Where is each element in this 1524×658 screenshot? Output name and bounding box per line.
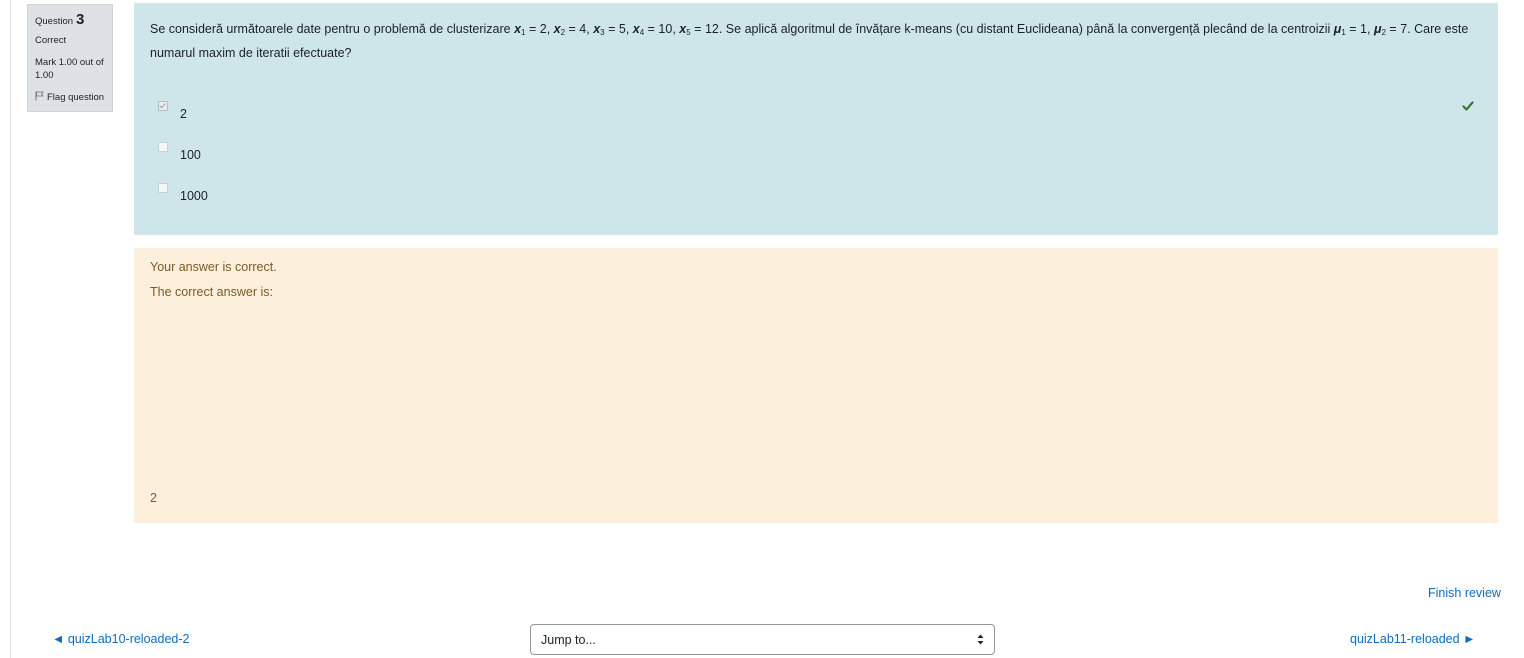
question-formulation: Se consideră următoarele date pentru o p… [134,3,1498,235]
question-text: Se consideră următoarele date pentru o p… [150,19,1470,63]
point-value: = 5, [604,22,633,36]
point-var: x [632,22,640,36]
point-value: = 4, [565,22,594,36]
answer-checkbox[interactable] [158,101,168,111]
select-arrows-icon [977,634,984,645]
check-icon [1462,100,1474,112]
centroid-value: = 7 [1385,22,1408,36]
previous-activity-link[interactable]: ◄ quizLab10-reloaded-2 [52,632,189,646]
question-state: Correct [35,35,67,47]
jump-to-value: Jump to... [541,632,596,647]
question-text-part1: Se consideră următoarele date pentru o p… [150,22,515,36]
question-number: 3 [76,11,85,28]
page-border [10,0,11,658]
point-value: = 2, [525,22,554,36]
centroid-var: μ [1373,22,1382,36]
question-text-part2: . Se aplică algoritmul de învățare k-mea… [718,22,1334,36]
flag-question-link[interactable]: Flag question [35,91,105,106]
question-number-line: Question 3 [35,10,105,30]
finish-review-link[interactable]: Finish review [1428,586,1501,600]
point-value: = 12 [690,22,719,36]
answer-checkbox[interactable] [158,183,168,193]
flag-question-label: Flag question [47,91,105,103]
question-grade: Mark 1.00 out of 1.00 [35,57,104,81]
point-var: x [553,22,561,36]
question-info: Question 3 Correct Mark 1.00 out of 1.00… [27,4,113,112]
point-var: x [514,22,522,36]
answer-checkbox[interactable] [158,142,168,152]
flag-icon [35,91,44,106]
feedback-box: Your answer is correct. The correct answ… [134,248,1498,523]
question-label: Question [35,16,74,27]
answer-label: 2 [180,107,187,121]
answer-label: 100 [180,148,201,162]
answer-option-2[interactable]: 100 [158,142,201,162]
correct-answer-value: 2 [150,491,157,505]
answer-label: 1000 [180,189,208,203]
answer-option-3[interactable]: 1000 [158,183,208,203]
feedback-result: Your answer is correct. [150,260,277,274]
next-activity-link[interactable]: quizLab11-reloaded ► [1350,632,1475,646]
point-value: = 10, [644,22,680,36]
correct-answer-intro: The correct answer is: [150,285,273,299]
jump-to-select[interactable]: Jump to... [530,624,995,655]
centroid-value: = 1, [1345,22,1374,36]
answer-option-1[interactable]: 2 [158,101,187,121]
